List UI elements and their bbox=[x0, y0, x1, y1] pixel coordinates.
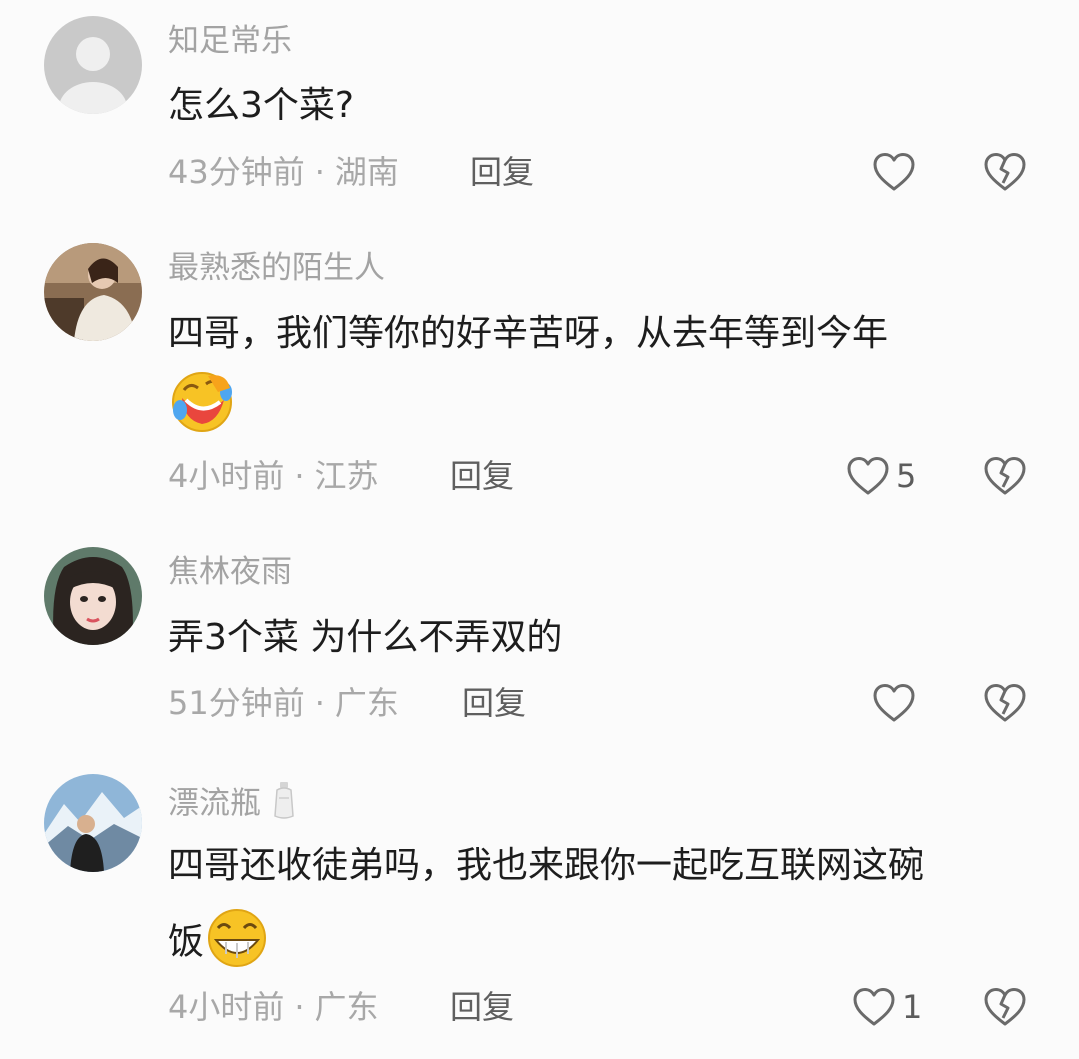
reply-button[interactable]: 回复 bbox=[470, 152, 534, 192]
like-count: 1 bbox=[902, 988, 923, 1026]
username[interactable]: 知足常乐 bbox=[168, 21, 292, 61]
avatar[interactable] bbox=[44, 774, 142, 872]
comment-meta: 43分钟前 · 湖南 bbox=[168, 152, 399, 192]
grinning-emoji bbox=[204, 908, 270, 979]
username[interactable]: 漂流瓶 bbox=[168, 780, 297, 830]
comment-time: 4小时前 bbox=[168, 457, 285, 495]
broken-heart-icon bbox=[983, 152, 1027, 192]
comment-text-tail: 饭 bbox=[168, 921, 205, 963]
comment-location: 江苏 bbox=[314, 457, 379, 495]
reply-button[interactable]: 回复 bbox=[450, 456, 514, 496]
comment-text: 弄3个菜 为什么不弄双的 bbox=[168, 617, 563, 658]
comment-location: 湖南 bbox=[334, 153, 399, 191]
avatar[interactable] bbox=[44, 243, 142, 341]
broken-heart-icon bbox=[983, 456, 1027, 496]
comment-text: 四哥，我们等你的好辛苦呀，从去年等到今年 bbox=[168, 313, 889, 354]
comment-item: 漂流瓶 四哥还收徒弟吗，我也来跟你一起吃互联网这碗 饭 4小时前·广东 回复 bbox=[0, 770, 1079, 1059]
dislike-button[interactable] bbox=[983, 985, 1027, 1029]
rolling-laughing-emoji bbox=[168, 370, 236, 445]
comment-location: 广东 bbox=[314, 988, 379, 1026]
like-count: 5 bbox=[896, 457, 917, 495]
comment-item: 焦林夜雨 弄3个菜 为什么不弄双的 51分钟前 · 广东 回复 bbox=[0, 540, 1079, 770]
like-button[interactable]: 5 bbox=[846, 454, 916, 498]
dislike-button[interactable] bbox=[983, 454, 1027, 498]
comment-item: 最熟悉的陌生人 四哥，我们等你的好辛苦呀，从去年等到今年 4小时前 · 江苏 回复 … bbox=[0, 230, 1079, 540]
username[interactable]: 焦林夜雨 bbox=[168, 552, 292, 592]
comment-text: 四哥还收徒弟吗，我也来跟你一起吃互联网这碗 bbox=[168, 845, 925, 886]
heart-outline-icon bbox=[846, 456, 890, 496]
heart-outline-icon bbox=[872, 683, 916, 723]
comment-time: 4小时前 bbox=[168, 988, 285, 1026]
dislike-button[interactable] bbox=[983, 150, 1027, 194]
comment-text: 怎么3个菜? bbox=[168, 85, 355, 126]
comment-meta: 51分钟前 · 广东 bbox=[168, 683, 399, 723]
like-button[interactable] bbox=[872, 150, 922, 194]
reply-button[interactable]: 回复 bbox=[462, 683, 526, 723]
separator: · bbox=[314, 684, 325, 722]
bottle-icon bbox=[271, 780, 297, 830]
heart-outline-icon bbox=[852, 987, 896, 1027]
separator: · bbox=[294, 457, 305, 495]
like-button[interactable]: 1 bbox=[852, 985, 922, 1029]
separator: · bbox=[314, 153, 325, 191]
comment-item: 知足常乐 怎么3个菜? 43分钟前 · 湖南 回复 bbox=[0, 0, 1079, 230]
broken-heart-icon bbox=[983, 987, 1027, 1027]
heart-outline-icon bbox=[872, 152, 916, 192]
comment-text-line2: 饭 bbox=[168, 908, 270, 979]
comment-time: 43分钟前 bbox=[168, 153, 305, 191]
avatar[interactable] bbox=[44, 547, 142, 645]
separator: · bbox=[294, 988, 305, 1026]
reply-button[interactable]: 回复 bbox=[450, 987, 514, 1027]
like-button[interactable] bbox=[872, 681, 922, 725]
comment-meta: 4小时前 · 广东 bbox=[168, 987, 379, 1027]
comment-time: 51分钟前 bbox=[168, 684, 305, 722]
comment-meta: 4小时前 · 江苏 bbox=[168, 456, 379, 496]
broken-heart-icon bbox=[983, 683, 1027, 723]
username-text: 漂流瓶 bbox=[168, 785, 261, 822]
dislike-button[interactable] bbox=[983, 681, 1027, 725]
avatar[interactable] bbox=[44, 16, 142, 114]
username[interactable]: 最熟悉的陌生人 bbox=[168, 248, 385, 288]
comment-emoji-line bbox=[168, 370, 236, 445]
comment-location: 广东 bbox=[334, 684, 399, 722]
